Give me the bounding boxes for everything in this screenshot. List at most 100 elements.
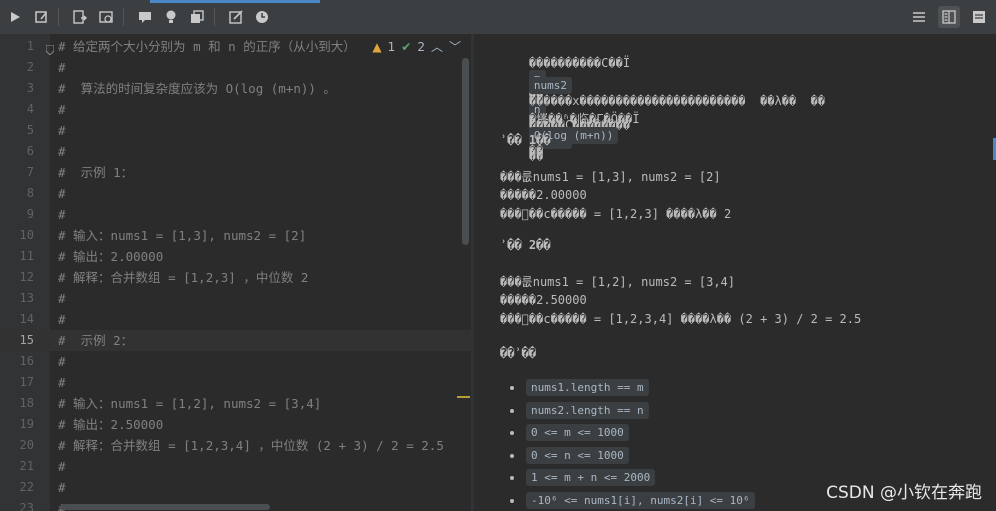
code-line[interactable]: 7 # 示例 1： bbox=[0, 162, 471, 183]
code-line[interactable]: 5 # bbox=[0, 120, 471, 141]
warning-icon: ▲ bbox=[372, 39, 382, 54]
code-line[interactable]: 13 # bbox=[0, 288, 471, 309]
code-text[interactable]: # 输出：2.00000 bbox=[58, 246, 163, 267]
code-text[interactable]: # 输入：nums1 = [1,2], nums2 = [3,4] bbox=[58, 393, 321, 414]
bullet-icon bbox=[510, 386, 514, 390]
line-number: 14 bbox=[19, 312, 34, 326]
bullet-icon bbox=[510, 431, 514, 435]
code-text[interactable]: # bbox=[58, 141, 66, 162]
code-line[interactable]: 20 # 解释：合并数组 = [1,2,3,4] ，中位数 (2 + 3) / 2… bbox=[0, 435, 471, 456]
constraint-chip: 0 <= m <= 1000 bbox=[526, 424, 629, 441]
code-line[interactable]: 19 # 输出：2.50000 bbox=[0, 414, 471, 435]
watermark: CSDN @小钦在奔跑 bbox=[826, 483, 982, 503]
constraint-chip: nums2.length == n bbox=[526, 401, 649, 419]
code-text[interactable]: # 示例 1： bbox=[58, 162, 133, 183]
history-icon[interactable] bbox=[95, 6, 117, 28]
code-chip-nums2: nums2 bbox=[528, 77, 573, 94]
code-line[interactable]: 2 # bbox=[0, 57, 471, 78]
code-text[interactable]: # 算法的时间复杂度应该为 O(log (m+n)) 。 bbox=[58, 78, 336, 99]
example-2-input: ���룺nums1 = [1,2], nums2 = [3,4] bbox=[500, 275, 736, 289]
code-text[interactable]: # 解释：合并数组 = [1,2,3] ，中位数 2 bbox=[58, 267, 308, 288]
fold-icon[interactable] bbox=[45, 40, 55, 56]
list-view-icon[interactable] bbox=[908, 6, 930, 28]
split-view-icon[interactable] bbox=[938, 6, 960, 28]
code-text[interactable]: # bbox=[58, 456, 66, 477]
hint-icon[interactable] bbox=[160, 6, 182, 28]
code-line[interactable]: 12 # 解释：合并数组 = [1,2,3] ，中位数 2 bbox=[0, 267, 471, 288]
toolbar-separator bbox=[123, 8, 124, 26]
line-number: 3 bbox=[26, 81, 34, 95]
progress-bar bbox=[150, 0, 320, 3]
code-line[interactable]: 10 # 输入：nums1 = [1,3], nums2 = [2] bbox=[0, 225, 471, 246]
code-line[interactable]: 15 # 示例 2： bbox=[0, 330, 471, 351]
constraint-item: nums1.length == m bbox=[526, 379, 649, 396]
line-number: 13 bbox=[19, 291, 34, 305]
example-2-output: �����2.50000 bbox=[500, 293, 587, 307]
line-number: 16 bbox=[19, 354, 34, 368]
line-number: 11 bbox=[19, 249, 34, 263]
code-text[interactable]: # bbox=[58, 183, 66, 204]
code-text[interactable]: # bbox=[58, 99, 66, 120]
chevron-up-icon[interactable]: ︿ bbox=[431, 38, 443, 55]
code-text[interactable]: # bbox=[58, 120, 66, 141]
code-line[interactable]: 11 # 输出：2.00000 bbox=[0, 246, 471, 267]
inspection-widget[interactable]: ▲ 1 ✔ 2 ︿ ﹀ bbox=[372, 38, 461, 55]
constraint-item: 1 <= m + n <= 2000 bbox=[526, 469, 656, 486]
code-text[interactable]: # 解释：合并数组 = [1,2,3,4] ，中位数 (2 + 3) / 2 =… bbox=[58, 435, 444, 456]
code-text[interactable]: # bbox=[58, 288, 66, 309]
line-number: 18 bbox=[19, 396, 34, 410]
code-text[interactable]: # bbox=[58, 351, 66, 372]
code-text[interactable]: # bbox=[58, 57, 66, 78]
line-number: 6 bbox=[26, 144, 34, 158]
code-editor[interactable]: 1 # 给定两个大小分别为 m 和 n 的正序（从小到大） 2 #3 # 算法的时间复杂… bbox=[0, 34, 471, 511]
export-icon[interactable] bbox=[69, 6, 91, 28]
tips-heading: ��ʾ�� bbox=[500, 346, 537, 360]
code-line[interactable]: 4 # bbox=[0, 99, 471, 120]
constraint-item: -10⁶ <= nums1[i], nums2[i] <= 10⁶ bbox=[526, 491, 755, 509]
code-text[interactable]: # bbox=[58, 372, 66, 393]
code-line[interactable]: 21 # bbox=[0, 456, 471, 477]
edit-icon[interactable] bbox=[30, 6, 52, 28]
clock-icon[interactable] bbox=[251, 6, 273, 28]
code-line[interactable]: 17 # bbox=[0, 372, 471, 393]
constraint-chip: -10⁶ <= nums1[i], nums2[i] <= 10⁶ bbox=[526, 491, 755, 509]
copy-icon[interactable] bbox=[186, 6, 208, 28]
line-number: 23 bbox=[19, 501, 34, 511]
example-1-output: �����2.00000 bbox=[500, 188, 587, 202]
line-number: 8 bbox=[26, 186, 34, 200]
code-text[interactable]: # bbox=[58, 309, 66, 330]
code-text[interactable]: # bbox=[58, 477, 66, 498]
code-text[interactable]: # bbox=[58, 204, 66, 225]
bullet-icon bbox=[510, 476, 514, 480]
code-line[interactable]: 18 # 输入：nums1 = [1,2], nums2 = [3,4] bbox=[0, 393, 471, 414]
code-text[interactable]: # 给定两个大小分别为 m 和 n 的正序（从小到大） bbox=[58, 36, 356, 57]
toolbar-separator bbox=[214, 8, 215, 26]
example-1-explanation: ���ͣ��ϲ����� = [1,2,3] ����λ�� 2 bbox=[500, 207, 732, 221]
code-line[interactable]: 22 # bbox=[0, 477, 471, 498]
code-line[interactable]: 8 # bbox=[0, 183, 471, 204]
comment-icon[interactable] bbox=[134, 6, 156, 28]
editor-horizontal-scrollbar[interactable] bbox=[60, 504, 270, 510]
chevron-down-icon[interactable]: ﹀ bbox=[449, 38, 461, 55]
bullet-icon bbox=[510, 453, 514, 458]
line-number: 4 bbox=[26, 102, 34, 116]
line-number: 7 bbox=[26, 165, 34, 179]
code-line[interactable]: 16 # bbox=[0, 351, 471, 372]
toolbar bbox=[0, 0, 996, 35]
constraint-chip: nums1.length == m bbox=[526, 379, 649, 396]
code-line[interactable]: 9 # bbox=[0, 204, 471, 225]
line-number: 17 bbox=[19, 375, 34, 389]
editor-vertical-scrollbar[interactable] bbox=[462, 58, 469, 245]
code-text[interactable]: # 输入：nums1 = [1,3], nums2 = [2] bbox=[58, 225, 306, 246]
code-line[interactable]: 14 # bbox=[0, 309, 471, 330]
constraint-item: 0 <= n <= 1000 bbox=[526, 446, 629, 464]
code-line[interactable]: 3 # 算法的时间复杂度应该为 O(log (m+n)) 。 bbox=[0, 78, 471, 99]
code-line[interactable]: 6 # bbox=[0, 141, 471, 162]
preview-view-icon[interactable] bbox=[968, 6, 990, 28]
code-text[interactable]: # 输出：2.50000 bbox=[58, 414, 163, 435]
run-icon[interactable] bbox=[4, 6, 26, 28]
line-number: 19 bbox=[19, 417, 34, 431]
code-text[interactable]: # 示例 2： bbox=[58, 330, 133, 351]
warning-marker[interactable] bbox=[457, 396, 470, 398]
notes-icon[interactable] bbox=[225, 6, 247, 28]
